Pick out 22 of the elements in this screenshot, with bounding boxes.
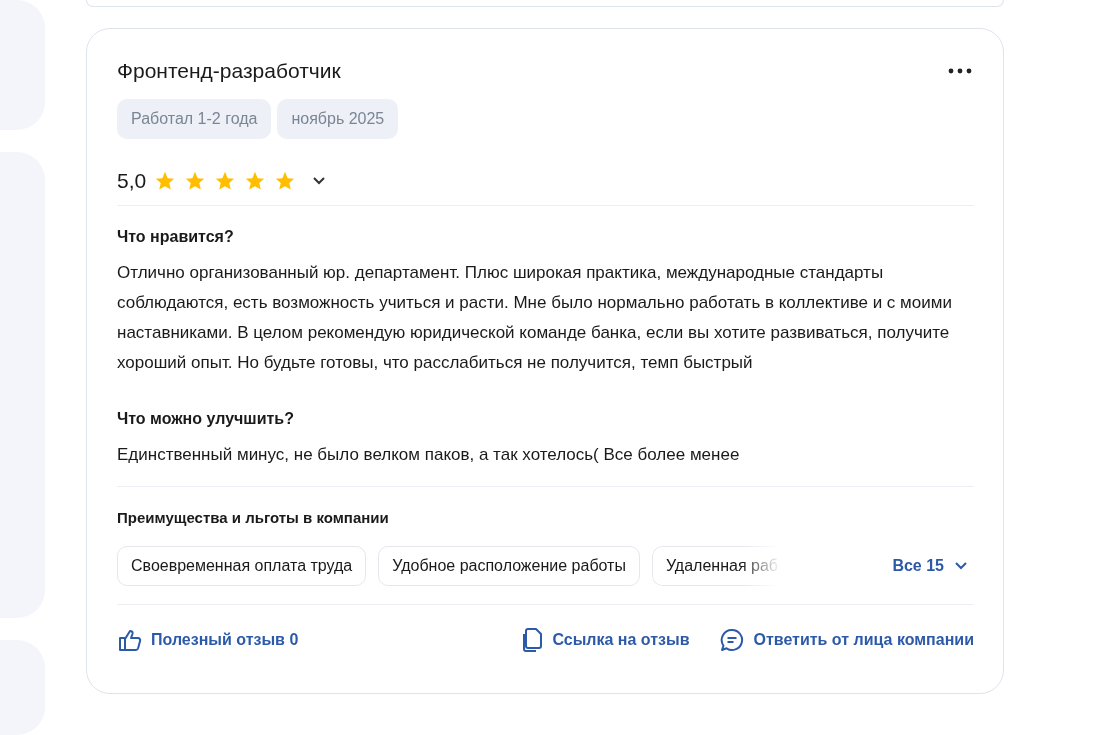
chat-bubble-icon — [719, 627, 746, 653]
link-button[interactable]: Ссылка на отзыв — [520, 627, 690, 653]
like-button[interactable]: Полезный отзыв 0 — [117, 627, 299, 653]
review-text: Единственный минус, не было велком паков, а так хотелось( Все более менее — [117, 444, 741, 466]
chevron-down-icon — [954, 561, 968, 571]
benefit-chip: Своевременная оплата труда — [117, 546, 367, 586]
benefit-chip: Удаленная раб — [651, 546, 780, 586]
rating-score: 5,0 — [117, 169, 147, 193]
chevron-down-icon[interactable] — [312, 176, 327, 186]
thumbs-up-icon — [117, 627, 143, 653]
benefits-heading: Преимущества и льготы в компании — [117, 509, 390, 526]
reply-button[interactable]: Ответить от лица компании — [719, 627, 974, 653]
review-title: Фронтенд-разработчик — [117, 59, 341, 83]
more-icon[interactable] — [948, 68, 972, 74]
section-heading: Что можно улучшить? — [117, 410, 295, 428]
review-text: Отлично организованный юр. департамент. Плюс широкая практика, международные стандарты соблюдаются, есть возможность учиться и расти. Мне было нормально работать в коллективе и с моими наставниками. В целом рекомендую юридической команде банка, если вы хотите развиваться, получите хороший опыт. Но будьте готовы, что расслабиться не получится, темп быстрый — [117, 262, 952, 374]
review-tag: ноябрь 2025 — [277, 99, 399, 139]
review-tag: Работал 1-2 года — [117, 99, 272, 139]
benefit-chip: Удобное расположение работы — [378, 546, 640, 586]
copy-icon — [520, 627, 545, 653]
show-all-button[interactable]: Все 15 — [892, 557, 974, 575]
section-heading: Что нравится? — [117, 228, 235, 246]
